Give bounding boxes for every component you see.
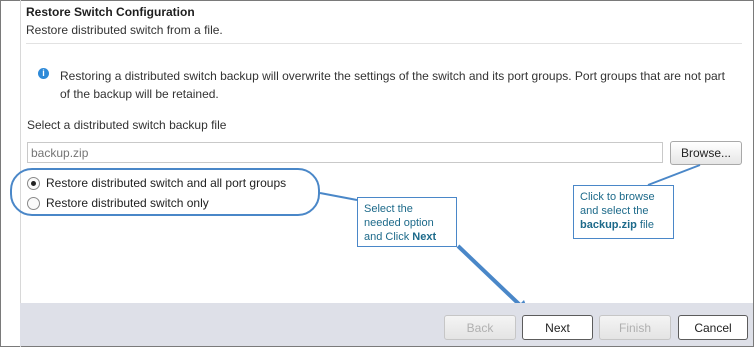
option-label: Restore distributed switch and all port … [46, 176, 287, 190]
radio-button[interactable] [27, 176, 40, 190]
back-button[interactable]: Back [444, 315, 516, 340]
option-restore-switch-and-port-groups[interactable]: Restore distributed switch and all port … [27, 176, 286, 190]
backup-file-input[interactable] [27, 142, 663, 163]
header-divider [26, 43, 742, 44]
option-restore-switch-only[interactable]: Restore distributed switch only [27, 196, 209, 210]
info-icon: i [38, 68, 49, 79]
info-text: Restoring a distributed switch backup wi… [60, 69, 725, 101]
cancel-button[interactable]: Cancel [678, 315, 748, 340]
option-callout: Select the needed option and Click Next [357, 197, 457, 247]
info-message: i Restoring a distributed switch backup … [38, 67, 738, 103]
browse-callout: Click to browse and select the backup.zi… [573, 185, 674, 239]
next-button[interactable]: Next [522, 315, 593, 340]
finish-button[interactable]: Finish [599, 315, 671, 340]
dialog-header: Restore Switch Configuration Restore dis… [26, 5, 754, 37]
option-label: Restore distributed switch only [46, 196, 209, 210]
dialog-subtitle: Restore distributed switch from a file. [26, 23, 223, 37]
file-select-label: Select a distributed switch backup file [27, 118, 227, 132]
dialog-title: Restore Switch Configuration [26, 5, 195, 19]
radio-button[interactable] [27, 196, 40, 210]
browse-button[interactable]: Browse... [670, 141, 742, 165]
